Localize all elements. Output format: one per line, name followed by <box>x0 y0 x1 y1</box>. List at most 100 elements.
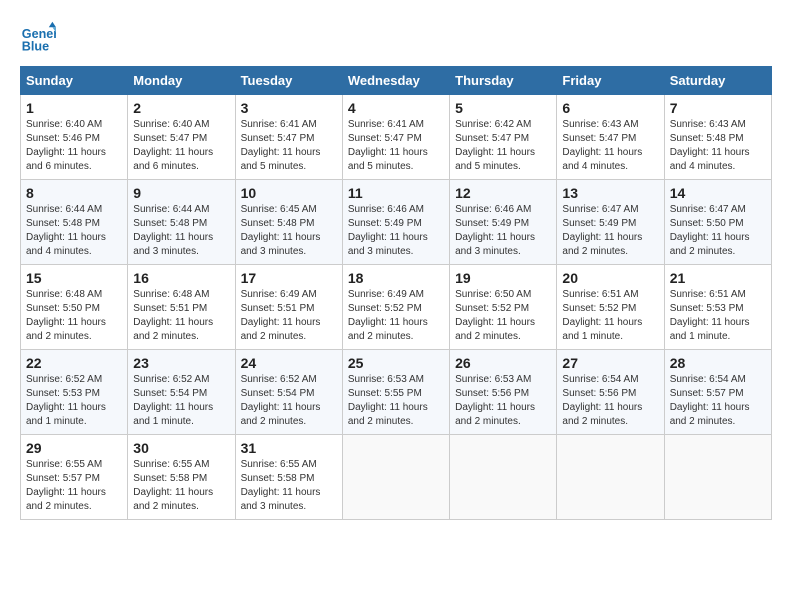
header-friday: Friday <box>557 67 664 95</box>
day-info: Sunrise: 6:46 AMSunset: 5:49 PMDaylight:… <box>348 203 444 259</box>
calendar-cell: 31 Sunrise: 6:55 AMSunset: 5:58 PMDayligh… <box>235 435 342 520</box>
calendar-cell: 30 Sunrise: 6:55 AMSunset: 5:58 PMDayligh… <box>128 435 235 520</box>
day-number: 3 <box>241 100 337 116</box>
day-info: Sunrise: 6:52 AMSunset: 5:54 PMDaylight:… <box>241 373 337 429</box>
day-number: 9 <box>133 185 229 201</box>
header-monday: Monday <box>128 67 235 95</box>
calendar-cell: 25 Sunrise: 6:53 AMSunset: 5:55 PMDayligh… <box>342 350 449 435</box>
day-number: 29 <box>26 440 122 456</box>
day-number: 12 <box>455 185 551 201</box>
calendar-cell: 7 Sunrise: 6:43 AMSunset: 5:48 PMDaylight… <box>664 95 771 180</box>
day-info: Sunrise: 6:46 AMSunset: 5:49 PMDaylight:… <box>455 203 551 259</box>
calendar-cell: 1Sunrise: 6:40 AMSunset: 5:46 PMDaylight… <box>21 95 128 180</box>
calendar-cell: 29 Sunrise: 6:55 AMSunset: 5:57 PMDayligh… <box>21 435 128 520</box>
day-info: Sunrise: 6:51 AMSunset: 5:52 PMDaylight:… <box>562 288 658 344</box>
day-info: Sunrise: 6:42 AMSunset: 5:47 PMDaylight:… <box>455 118 551 174</box>
calendar-cell: 2 Sunrise: 6:40 AMSunset: 5:47 PMDaylight… <box>128 95 235 180</box>
day-info: Sunrise: 6:47 AMSunset: 5:49 PMDaylight:… <box>562 203 658 259</box>
day-number: 2 <box>133 100 229 116</box>
day-number: 30 <box>133 440 229 456</box>
day-info: Sunrise: 6:55 AMSunset: 5:58 PMDaylight:… <box>241 458 337 514</box>
header-tuesday: Tuesday <box>235 67 342 95</box>
day-number: 13 <box>562 185 658 201</box>
calendar-header-row: SundayMondayTuesdayWednesdayThursdayFrid… <box>21 67 772 95</box>
calendar-week-row: 1Sunrise: 6:40 AMSunset: 5:46 PMDaylight… <box>21 95 772 180</box>
calendar-cell: 11 Sunrise: 6:46 AMSunset: 5:49 PMDayligh… <box>342 180 449 265</box>
day-info: Sunrise: 6:50 AMSunset: 5:52 PMDaylight:… <box>455 288 551 344</box>
day-number: 31 <box>241 440 337 456</box>
day-number: 5 <box>455 100 551 116</box>
day-info: Sunrise: 6:52 AMSunset: 5:54 PMDaylight:… <box>133 373 229 429</box>
calendar-cell: 10 Sunrise: 6:45 AMSunset: 5:48 PMDayligh… <box>235 180 342 265</box>
header-thursday: Thursday <box>450 67 557 95</box>
day-info: Sunrise: 6:41 AMSunset: 5:47 PMDaylight:… <box>241 118 337 174</box>
day-number: 8 <box>26 185 122 201</box>
day-info: Sunrise: 6:43 AMSunset: 5:47 PMDaylight:… <box>562 118 658 174</box>
calendar-cell: 20Sunrise: 6:51 AMSunset: 5:52 PMDayligh… <box>557 265 664 350</box>
calendar-cell <box>342 435 449 520</box>
day-number: 11 <box>348 185 444 201</box>
day-info: Sunrise: 6:48 AMSunset: 5:50 PMDaylight:… <box>26 288 122 344</box>
day-number: 18 <box>348 270 444 286</box>
day-number: 7 <box>670 100 766 116</box>
day-info: Sunrise: 6:40 AMSunset: 5:47 PMDaylight:… <box>133 118 229 174</box>
calendar-cell: 28Sunrise: 6:54 AMSunset: 5:57 PMDayligh… <box>664 350 771 435</box>
calendar-cell: 14 Sunrise: 6:47 AMSunset: 5:50 PMDayligh… <box>664 180 771 265</box>
calendar-cell: 8Sunrise: 6:44 AMSunset: 5:48 PMDaylight… <box>21 180 128 265</box>
day-info: Sunrise: 6:43 AMSunset: 5:48 PMDaylight:… <box>670 118 766 174</box>
calendar-cell: 13 Sunrise: 6:47 AMSunset: 5:49 PMDayligh… <box>557 180 664 265</box>
calendar-cell: 12 Sunrise: 6:46 AMSunset: 5:49 PMDayligh… <box>450 180 557 265</box>
calendar-week-row: 29 Sunrise: 6:55 AMSunset: 5:57 PMDayligh… <box>21 435 772 520</box>
logo-icon: General Blue <box>20 20 56 56</box>
day-info: Sunrise: 6:44 AMSunset: 5:48 PMDaylight:… <box>133 203 229 259</box>
calendar-week-row: 15 Sunrise: 6:48 AMSunset: 5:50 PMDayligh… <box>21 265 772 350</box>
calendar-cell: 27 Sunrise: 6:54 AMSunset: 5:56 PMDayligh… <box>557 350 664 435</box>
day-number: 17 <box>241 270 337 286</box>
day-number: 22 <box>26 355 122 371</box>
calendar-table: SundayMondayTuesdayWednesdayThursdayFrid… <box>20 66 772 520</box>
calendar-cell: 5 Sunrise: 6:42 AMSunset: 5:47 PMDaylight… <box>450 95 557 180</box>
header-saturday: Saturday <box>664 67 771 95</box>
day-info: Sunrise: 6:55 AMSunset: 5:58 PMDaylight:… <box>133 458 229 514</box>
day-info: Sunrise: 6:41 AMSunset: 5:47 PMDaylight:… <box>348 118 444 174</box>
day-number: 27 <box>562 355 658 371</box>
day-number: 10 <box>241 185 337 201</box>
calendar-cell: 15 Sunrise: 6:48 AMSunset: 5:50 PMDayligh… <box>21 265 128 350</box>
calendar-cell: 22 Sunrise: 6:52 AMSunset: 5:53 PMDayligh… <box>21 350 128 435</box>
calendar-cell: 6 Sunrise: 6:43 AMSunset: 5:47 PMDaylight… <box>557 95 664 180</box>
calendar-cell: 9 Sunrise: 6:44 AMSunset: 5:48 PMDaylight… <box>128 180 235 265</box>
calendar-cell: 18Sunrise: 6:49 AMSunset: 5:52 PMDayligh… <box>342 265 449 350</box>
day-number: 19 <box>455 270 551 286</box>
day-number: 15 <box>26 270 122 286</box>
day-number: 25 <box>348 355 444 371</box>
calendar-cell <box>664 435 771 520</box>
day-info: Sunrise: 6:55 AMSunset: 5:57 PMDaylight:… <box>26 458 122 514</box>
day-info: Sunrise: 6:51 AMSunset: 5:53 PMDaylight:… <box>670 288 766 344</box>
day-info: Sunrise: 6:47 AMSunset: 5:50 PMDaylight:… <box>670 203 766 259</box>
day-number: 6 <box>562 100 658 116</box>
calendar-cell: 23 Sunrise: 6:52 AMSunset: 5:54 PMDayligh… <box>128 350 235 435</box>
day-info: Sunrise: 6:48 AMSunset: 5:51 PMDaylight:… <box>133 288 229 344</box>
day-info: Sunrise: 6:53 AMSunset: 5:55 PMDaylight:… <box>348 373 444 429</box>
calendar-week-row: 22 Sunrise: 6:52 AMSunset: 5:53 PMDayligh… <box>21 350 772 435</box>
day-info: Sunrise: 6:53 AMSunset: 5:56 PMDaylight:… <box>455 373 551 429</box>
calendar-cell: 21Sunrise: 6:51 AMSunset: 5:53 PMDayligh… <box>664 265 771 350</box>
day-number: 14 <box>670 185 766 201</box>
calendar-cell: 3 Sunrise: 6:41 AMSunset: 5:47 PMDaylight… <box>235 95 342 180</box>
day-number: 1 <box>26 100 122 116</box>
day-info: Sunrise: 6:52 AMSunset: 5:53 PMDaylight:… <box>26 373 122 429</box>
day-number: 24 <box>241 355 337 371</box>
calendar-week-row: 8 Sunrise: 6:44 AMSunset: 5:48 PMDaylight… <box>21 180 772 265</box>
page-header: General Blue <box>20 20 772 56</box>
svg-text:Blue: Blue <box>22 40 49 54</box>
header-sunday: Sunday <box>21 67 128 95</box>
day-info: Sunrise: 6:45 AMSunset: 5:48 PMDaylight:… <box>241 203 337 259</box>
day-number: 23 <box>133 355 229 371</box>
day-number: 4 <box>348 100 444 116</box>
calendar-cell <box>557 435 664 520</box>
calendar-cell: 17Sunrise: 6:49 AMSunset: 5:51 PMDayligh… <box>235 265 342 350</box>
day-number: 26 <box>455 355 551 371</box>
calendar-cell: 16Sunrise: 6:48 AMSunset: 5:51 PMDayligh… <box>128 265 235 350</box>
calendar-cell: 19 Sunrise: 6:50 AMSunset: 5:52 PMDayligh… <box>450 265 557 350</box>
day-info: Sunrise: 6:54 AMSunset: 5:56 PMDaylight:… <box>562 373 658 429</box>
